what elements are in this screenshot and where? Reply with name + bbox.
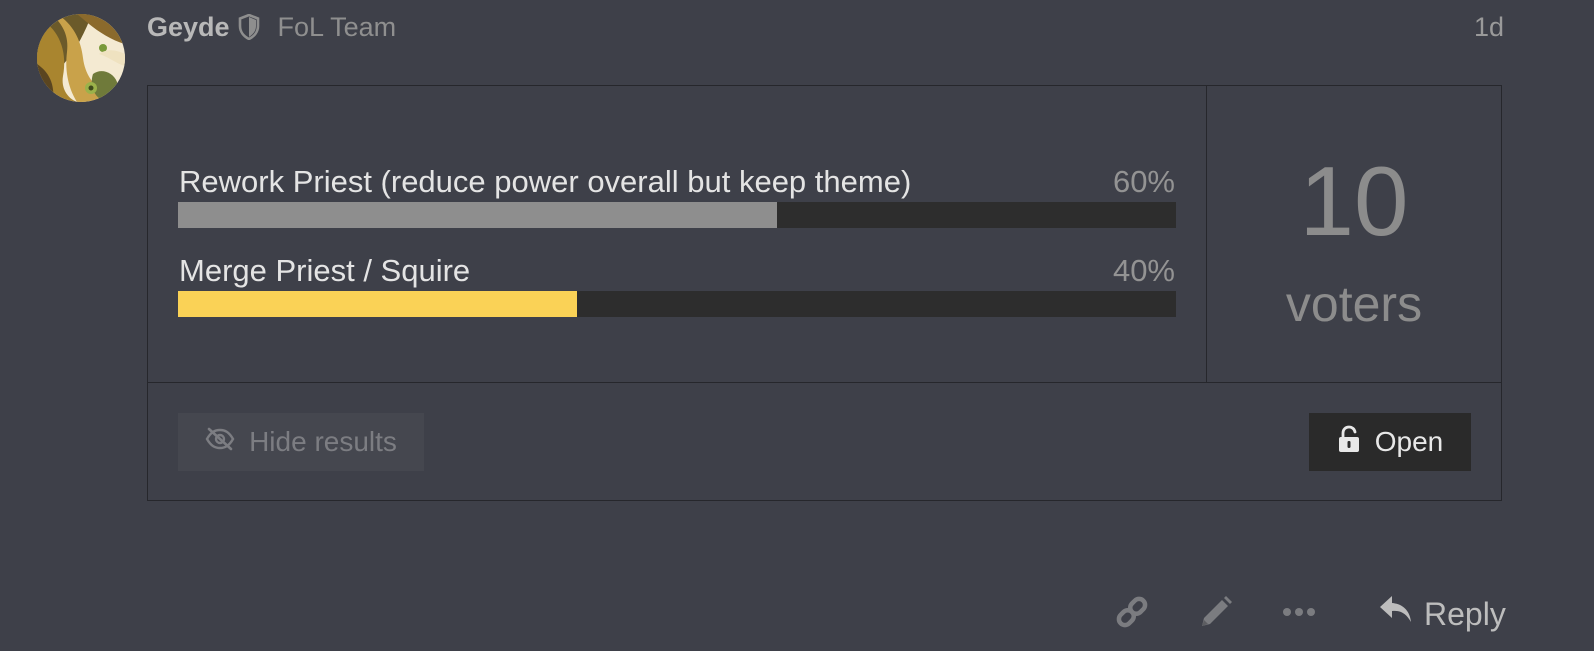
post-actions: Reply [0, 592, 1594, 638]
more-actions-button[interactable] [1282, 592, 1316, 636]
voter-label: voters [1285, 276, 1423, 332]
poll-info: 10 voters [1207, 86, 1501, 382]
post-date[interactable]: 1d [1474, 12, 1504, 43]
poll-option-percent: 40% [1112, 253, 1175, 288]
username[interactable]: Geyde [147, 12, 230, 43]
poll-bar-track [178, 291, 1176, 317]
poll-bar-fill [178, 291, 578, 317]
poll-results: Rework Priest (reduce power overall but … [148, 86, 1207, 382]
poll: Rework Priest (reduce power overall but … [147, 85, 1502, 501]
poll-controls: Hide results Open [148, 382, 1501, 501]
pencil-icon [1198, 594, 1234, 635]
link-icon [1114, 594, 1150, 635]
unlock-icon [1337, 425, 1361, 460]
hide-results-button[interactable]: Hide results [178, 413, 424, 471]
voter-count: 10 [1299, 146, 1409, 256]
reply-icon [1378, 594, 1414, 634]
user-title: FoL Team [277, 11, 397, 42]
poll-status-label: Open [1374, 426, 1444, 457]
poll-bar-track [178, 202, 1176, 228]
eye-slash-icon [205, 426, 235, 458]
share-link-button[interactable] [1114, 592, 1150, 636]
poll-option-label: Merge Priest / Squire [179, 253, 471, 288]
poll-status-button[interactable]: Open [1309, 413, 1471, 471]
shield-icon [238, 13, 260, 41]
reply-button[interactable]: Reply [1378, 592, 1506, 636]
poll-option-label: Rework Priest (reduce power overall but … [179, 164, 912, 199]
avatar[interactable] [37, 14, 125, 102]
ellipsis-icon [1282, 605, 1316, 623]
hide-results-label: Hide results [249, 426, 397, 457]
post-header: Geyde FoL Team [147, 10, 396, 44]
reply-label: Reply [1424, 595, 1506, 632]
poll-option-percent: 60% [1112, 164, 1175, 199]
edit-button[interactable] [1198, 592, 1234, 636]
poll-bar-fill [178, 202, 777, 228]
avatar-image [37, 14, 125, 102]
